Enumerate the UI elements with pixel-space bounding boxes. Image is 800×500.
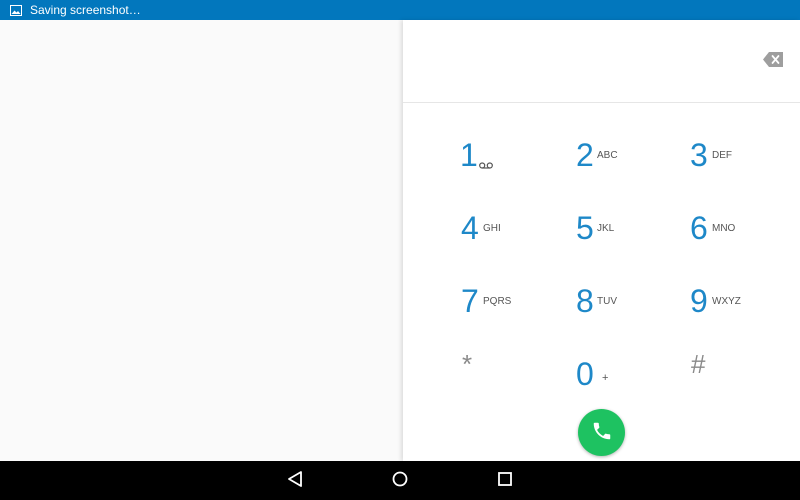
key-digit: 7: [461, 283, 479, 319]
image-icon: [10, 4, 22, 16]
digits-area: [403, 20, 800, 103]
home-circle-icon: [391, 470, 409, 492]
key-9[interactable]: 9 WXYZ: [690, 281, 790, 341]
backspace-icon: [763, 52, 783, 71]
key-letters: +: [602, 372, 609, 384]
voicemail-icon: [479, 154, 493, 169]
key-hash[interactable]: #: [691, 347, 791, 407]
recents-square-icon: [497, 471, 513, 491]
key-letters: MNO: [712, 223, 736, 234]
back-triangle-icon: [287, 470, 303, 492]
key-5[interactable]: 5 JKL: [576, 208, 676, 268]
status-bar: Saving screenshot…: [0, 0, 800, 20]
key-4[interactable]: 4 GHI: [461, 208, 561, 268]
key-6[interactable]: 6 MNO: [690, 208, 790, 268]
key-digit: #: [691, 349, 706, 379]
key-letters: ABC: [597, 150, 618, 161]
key-0[interactable]: 0 +: [576, 354, 676, 414]
key-letters: WXYZ: [712, 296, 741, 307]
key-digit: 5: [576, 210, 594, 246]
key-letters: TUV: [597, 296, 617, 307]
key-letters: GHI: [483, 223, 501, 234]
recents-button[interactable]: [495, 471, 515, 491]
key-2[interactable]: 2 ABC: [576, 135, 676, 195]
backspace-button[interactable]: [763, 52, 787, 70]
navigation-bar: [0, 461, 800, 500]
key-digit: 2: [576, 137, 594, 173]
key-letters: JKL: [597, 223, 615, 234]
key-letters: DEF: [712, 150, 732, 161]
key-letters: PQRS: [483, 296, 512, 307]
dialpad-panel: 1 2 ABC 3 DEF 4 GHI 5 JKL 6 MNO 7 PQRS 8…: [403, 20, 800, 461]
key-star[interactable]: *: [462, 347, 562, 407]
key-3[interactable]: 3 DEF: [690, 135, 790, 195]
key-digit: 9: [690, 283, 708, 319]
key-digit: 0: [576, 356, 594, 392]
key-digit: 8: [576, 283, 594, 319]
key-1[interactable]: 1: [460, 135, 560, 195]
phone-icon: [591, 420, 613, 446]
call-button[interactable]: [578, 409, 625, 456]
digits-input[interactable]: [423, 40, 743, 80]
key-digit: 3: [690, 137, 708, 173]
key-8[interactable]: 8 TUV: [576, 281, 676, 341]
key-digit: 6: [690, 210, 708, 246]
key-7[interactable]: 7 PQRS: [461, 281, 561, 341]
key-digit: 1: [460, 137, 478, 173]
status-notification-text: Saving screenshot…: [30, 3, 141, 17]
key-digit: *: [462, 349, 473, 379]
left-empty-pane: [0, 20, 403, 461]
home-button[interactable]: [390, 471, 410, 491]
back-button[interactable]: [285, 471, 305, 491]
key-digit: 4: [461, 210, 479, 246]
